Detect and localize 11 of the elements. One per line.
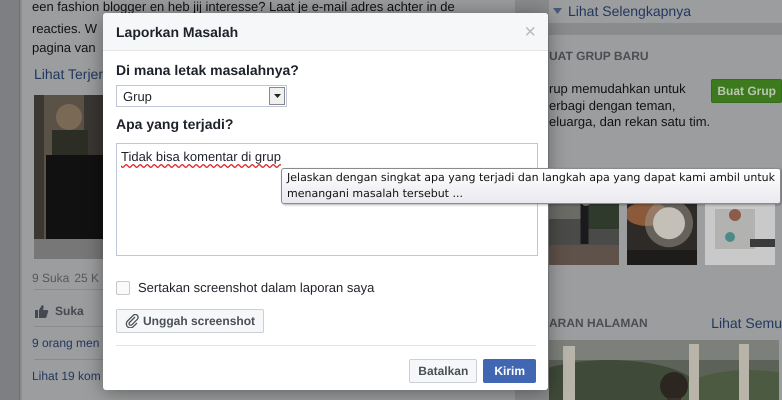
dialog-title: Laporkan Masalah (116, 24, 238, 40)
section-heading: ARAN HALAMAN (549, 316, 648, 330)
section-heading: UAT GRUP BARU (549, 48, 650, 63)
post-text: pagina van (32, 39, 96, 57)
group-description: rup memudahkan untuk erbagi dengan teman, eluarga, dan rekan satu tim. (549, 80, 710, 131)
field-label: Di mana letak masalahnya? (116, 61, 300, 79)
field-label: Apa yang terjadi? (116, 115, 234, 133)
checkbox-label: Sertakan screenshot dalam laporan saya (138, 280, 374, 295)
post-text: reacties. W (32, 20, 98, 38)
likers-text: 9 orang men (32, 336, 100, 350)
hint-tooltip: Jelaskan dengan singkat apa yang terjadi dan langkah apa yang dapat kami ambil untuk menangani masalah tersebut ... (281, 168, 781, 204)
